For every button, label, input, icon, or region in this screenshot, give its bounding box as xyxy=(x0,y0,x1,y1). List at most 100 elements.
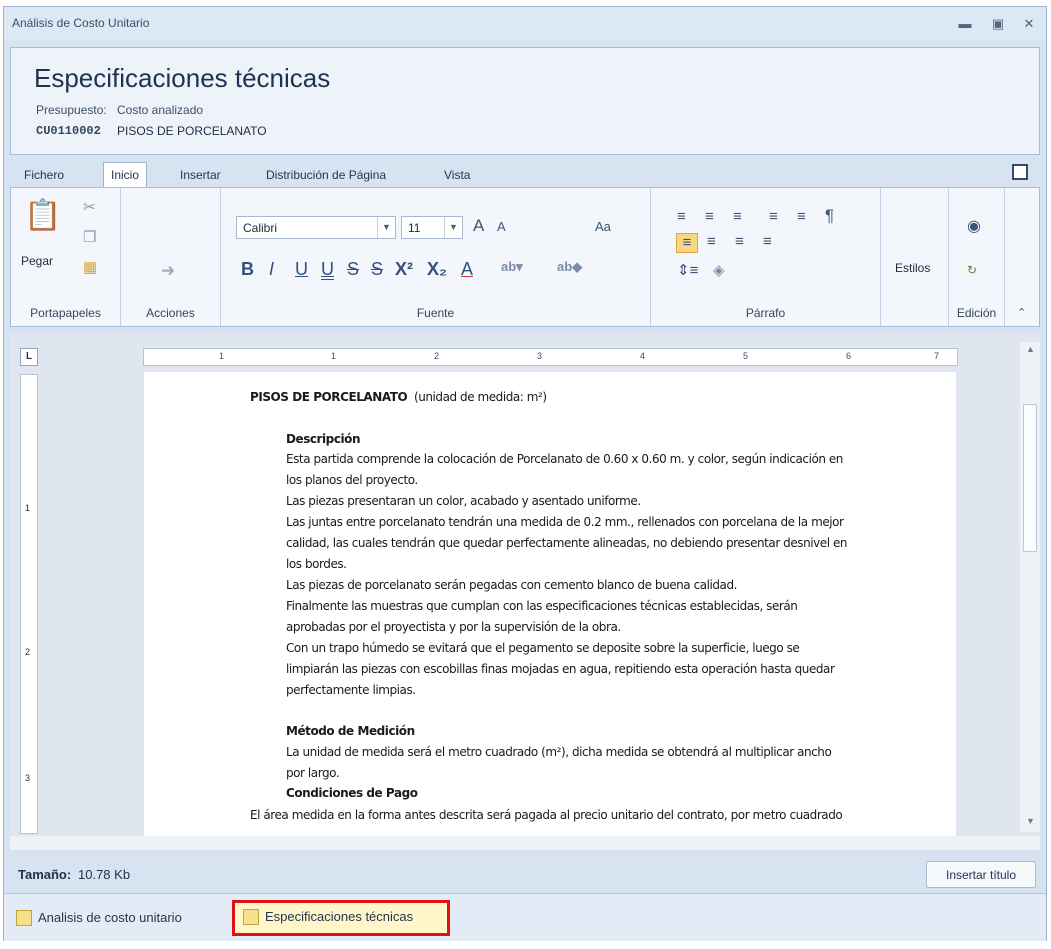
edit-icon xyxy=(16,910,32,926)
ruler-number: 3 xyxy=(25,773,31,783)
tab-vista[interactable]: Vista xyxy=(438,165,476,185)
bullets-icon[interactable]: ≡ xyxy=(677,208,686,225)
app-window: Análisis de Costo Unitario ▬ ▣ ✕ Especif… xyxy=(3,6,1047,941)
desc-line: los planos del proyecto. xyxy=(286,473,418,487)
double-underline-icon[interactable]: U xyxy=(321,259,334,280)
document-page[interactable]: PISOS DE PORCELANATO (unidad de medida: … xyxy=(144,372,956,838)
change-case-icon[interactable]: Aa xyxy=(595,219,611,234)
tab-especificaciones-tecnicas[interactable]: Especificaciones técnicas xyxy=(232,900,450,936)
scroll-thumb[interactable] xyxy=(1023,404,1037,552)
scroll-up-icon[interactable]: ▲ xyxy=(1026,344,1035,354)
desc-line: limpiarán las piezas con escobillas fina… xyxy=(286,662,835,676)
ruler-number: 2 xyxy=(25,647,31,657)
ruler-number: 3 xyxy=(537,351,543,361)
font-family-select[interactable]: Calibri ▼ xyxy=(236,216,396,239)
horizontal-ruler[interactable]: 1 1 2 3 4 5 6 7 xyxy=(143,348,958,366)
tab-inicio[interactable]: Inicio xyxy=(103,162,148,188)
group-estilos[interactable]: Estilos xyxy=(881,188,949,326)
maximize-icon[interactable]: ▣ xyxy=(989,15,1007,33)
group-label: Párrafo xyxy=(745,306,786,320)
item-name: PISOS DE PORCELANATO xyxy=(117,124,267,138)
decrease-indent-icon[interactable]: ≡ xyxy=(769,208,778,225)
costo-label: Costo analizado xyxy=(117,103,204,117)
desc-line: Esta partida comprende la colocación de … xyxy=(286,452,843,466)
superscript-icon[interactable]: X² xyxy=(395,259,413,280)
align-right-icon[interactable]: ≡ xyxy=(735,233,744,250)
metodo-line: La unidad de medida será el metro cuadra… xyxy=(286,745,832,759)
align-left-icon[interactable]: ≡ xyxy=(676,233,698,253)
vertical-ruler[interactable]: 1 2 3 xyxy=(20,374,38,834)
group-fuente: Calibri ▼ 11 ▼ A A Aa B I U U S S X² X₂ A … xyxy=(221,188,651,326)
tab-distribucion[interactable]: Distribución de Página xyxy=(260,165,392,185)
group-acciones: ➜ Acciones xyxy=(121,188,221,326)
close-icon[interactable]: ✕ xyxy=(1020,15,1038,33)
styles-button[interactable]: Estilos xyxy=(895,261,930,275)
numbering-icon[interactable]: ≡ xyxy=(705,208,714,225)
tab-fichero[interactable]: Fichero xyxy=(18,165,70,185)
desc-title: Descripción xyxy=(286,432,361,446)
document-area: L 1 1 2 3 4 5 6 7 1 2 3 PISOS DE PORCELA… xyxy=(10,334,1040,850)
highlight-icon[interactable]: ab▾ xyxy=(501,259,523,275)
pilcrow-icon[interactable]: ¶ xyxy=(825,206,834,226)
tab-insertar[interactable]: Insertar xyxy=(174,165,227,185)
document-tabs: Analisis de costo unitario Especificacio… xyxy=(4,893,1046,941)
cut-icon[interactable]: ✂ xyxy=(83,198,96,216)
desc-line: los bordes. xyxy=(286,557,347,571)
group-label: Portapapeles xyxy=(30,306,101,320)
redo-icon[interactable]: ➜ xyxy=(161,261,175,281)
font-size-select[interactable]: 11 ▼ xyxy=(401,216,463,239)
font-name: Calibri xyxy=(243,221,278,235)
group-label: Acciones xyxy=(146,306,195,320)
italic-icon[interactable]: I xyxy=(269,259,274,280)
justify-icon[interactable]: ≡ xyxy=(763,233,772,250)
increase-indent-icon[interactable]: ≡ xyxy=(797,208,806,225)
group-portapapeles: 📋 Pegar ✂ ❐ ▦ Portapapeles xyxy=(11,188,121,326)
find-icon[interactable]: ◉ xyxy=(967,216,981,236)
tab-analisis-costo-unitario[interactable]: Analisis de costo unitario xyxy=(8,904,190,934)
ruler-number: 7 xyxy=(934,351,940,361)
desc-line: Con un trapo húmedo se evitará que el pe… xyxy=(286,641,800,655)
clear-format-icon[interactable]: ab◆ xyxy=(557,259,582,275)
chevron-down-icon: ▼ xyxy=(377,217,395,238)
double-strikethrough-icon[interactable]: S xyxy=(371,259,383,280)
size-label: Tamaño: xyxy=(18,867,72,882)
replace-icon[interactable]: ↻ xyxy=(967,263,977,277)
document-header: Especificaciones técnicas Presupuesto: C… xyxy=(10,47,1040,155)
save-icon[interactable] xyxy=(1012,164,1028,180)
metodo-title: Método de Medición xyxy=(286,724,415,738)
ruler-number: 5 xyxy=(743,351,749,361)
vertical-scrollbar[interactable]: ▲ ▼ xyxy=(1020,342,1040,832)
item-code: CU0110002 xyxy=(36,124,101,138)
tab-stop-selector[interactable]: L xyxy=(20,348,38,366)
underline-icon[interactable]: U xyxy=(295,259,308,280)
paste-special-icon[interactable]: ▦ xyxy=(83,258,97,276)
scroll-down-icon[interactable]: ▼ xyxy=(1026,816,1035,826)
strikethrough-icon[interactable]: S xyxy=(347,259,359,280)
title-bar: Análisis de Costo Unitario ▬ ▣ ✕ xyxy=(4,7,1046,41)
font-color-icon[interactable]: A xyxy=(461,259,473,280)
subscript-icon[interactable]: X₂ xyxy=(427,259,447,280)
ruler-number: 1 xyxy=(331,351,337,361)
horizontal-scrollbar[interactable] xyxy=(10,836,1040,850)
desc-line: calidad, las cuales tendrán que quedar p… xyxy=(286,536,848,550)
chevron-down-icon: ▼ xyxy=(444,217,462,238)
bold-icon[interactable]: B xyxy=(241,259,254,280)
desc-line: Finalmente las muestras que cumplan con … xyxy=(286,599,798,613)
group-label: Fuente xyxy=(416,306,455,320)
presupuesto-label: Presupuesto: xyxy=(36,103,107,117)
collapse-ribbon-icon[interactable]: ⌃ xyxy=(1017,306,1026,319)
shading-icon[interactable]: ◈ xyxy=(713,261,725,279)
paste-label[interactable]: Pegar xyxy=(21,254,53,268)
multilevel-icon[interactable]: ≡ xyxy=(733,208,742,225)
pago-title: Condiciones de Pago xyxy=(286,786,418,800)
copy-icon[interactable]: ❐ xyxy=(83,228,96,246)
grow-font-icon[interactable]: A xyxy=(473,216,484,236)
align-center-icon[interactable]: ≡ xyxy=(707,233,716,250)
desc-line: perfectamente limpias. xyxy=(286,683,416,697)
ruler-number: 6 xyxy=(846,351,852,361)
paste-icon[interactable]: 📋 xyxy=(24,198,61,238)
line-spacing-icon[interactable]: ⇕≡ xyxy=(677,261,698,279)
insert-title-button[interactable]: Insertar título xyxy=(926,861,1036,888)
minimize-icon[interactable]: ▬ xyxy=(956,15,974,33)
shrink-font-icon[interactable]: A xyxy=(497,219,506,234)
